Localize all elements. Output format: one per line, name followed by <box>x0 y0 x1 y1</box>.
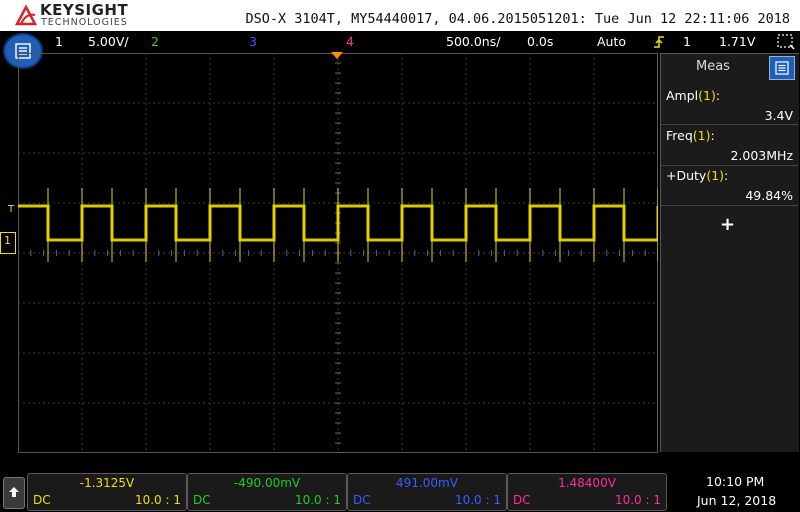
ch4-number[interactable]: 4 <box>346 34 354 49</box>
divider <box>661 124 798 125</box>
expand-button[interactable] <box>3 477 25 509</box>
ch1-coupling: DC <box>33 493 51 507</box>
meas-freq-value: 2.003MHz <box>730 148 793 163</box>
ch4-probe: 10.0 : 1 <box>614 493 661 507</box>
ch4-info-box[interactable]: 1.48400V DC 10.0 : 1 <box>507 473 667 511</box>
delay[interactable]: 0.0s <box>527 34 553 49</box>
ch1-offset: -1.3125V <box>79 476 135 490</box>
ch1-ground-marker[interactable]: 1 <box>0 232 16 254</box>
menu-icon <box>775 61 789 75</box>
clock-time: 10:10 PM <box>706 474 765 489</box>
ch3-probe: 10.0 : 1 <box>454 493 501 507</box>
divider <box>661 165 798 166</box>
ch1-info-box[interactable]: -1.3125V DC 10.0 : 1 <box>27 473 187 511</box>
screen-capture-icon[interactable] <box>776 33 796 51</box>
ch2-info-box[interactable]: -490.00mV DC 10.0 : 1 <box>187 473 347 511</box>
ch1-probe: 10.0 : 1 <box>134 493 181 507</box>
ch1-waveform <box>18 188 658 262</box>
channel-bar: 1 5.00V/ 2 3 4 500.0ns/ 0.0s Auto 1 1.71… <box>0 31 800 53</box>
ch1-ground-label: 1 <box>4 234 11 247</box>
brand-subtitle: TECHNOLOGIES <box>41 17 128 28</box>
ch3-number[interactable]: 3 <box>249 34 257 49</box>
meas-duty-label[interactable]: +Duty(1): <box>666 168 728 183</box>
meas-ampl-value: 3.4V <box>764 108 793 123</box>
meas-duty-value: 49.84% <box>745 188 793 203</box>
ch3-coupling: DC <box>353 493 371 507</box>
trigger-level-marker: T <box>8 204 15 215</box>
trigger-position-marker-icon <box>331 52 343 59</box>
ch2-number[interactable]: 2 <box>151 34 159 49</box>
ch1-number[interactable]: 1 <box>55 34 63 49</box>
ch3-offset: 491.00mV <box>396 476 458 490</box>
add-measurement-button[interactable]: + <box>720 214 735 235</box>
meas-menu-button[interactable] <box>769 56 795 80</box>
keysight-logo-icon <box>14 4 38 26</box>
ch1-scale[interactable]: 5.00V/ <box>88 34 129 49</box>
waveform-display[interactable] <box>18 53 658 453</box>
clock-date: Jun 12, 2018 <box>697 493 777 508</box>
trigger-level[interactable]: 1.71V <box>719 34 755 49</box>
trigger-edge-icon <box>654 36 664 48</box>
trigger-source[interactable]: 1 <box>683 34 691 49</box>
ch2-coupling: DC <box>193 493 211 507</box>
meas-ampl-label[interactable]: Ampl(1): <box>666 88 720 103</box>
ch3-info-box[interactable]: 491.00mV DC 10.0 : 1 <box>347 473 507 511</box>
ch4-coupling: DC <box>513 493 531 507</box>
ch2-offset: -490.00mV <box>233 476 301 490</box>
instrument-title: DSO-X 3104T, MY54440017, 04.06.201505120… <box>245 11 790 27</box>
meas-freq-label[interactable]: Freq(1): <box>666 128 715 143</box>
timebase[interactable]: 500.0ns/ <box>446 34 500 49</box>
divider <box>661 205 798 206</box>
ch2-probe: 10.0 : 1 <box>294 493 341 507</box>
trigger-mode[interactable]: Auto <box>597 34 626 49</box>
ch4-offset: 1.48400V <box>558 476 616 490</box>
arrow-up-icon <box>9 487 19 497</box>
meas-panel-title: Meas <box>696 59 730 74</box>
